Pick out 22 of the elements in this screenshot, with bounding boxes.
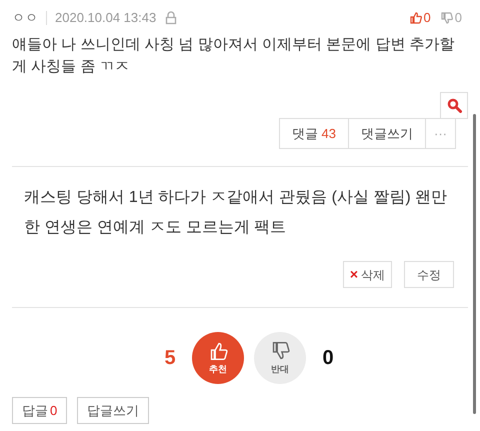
- thumbs-up-icon[interactable]: [410, 12, 422, 24]
- like-count: 0: [424, 9, 431, 28]
- vote-count: 5: [163, 346, 177, 371]
- scrollbar[interactable]: [473, 114, 476, 414]
- search-icon: [446, 98, 462, 113]
- comments-tab[interactable]: 댓글 43: [280, 119, 349, 148]
- lock-icon: [164, 11, 178, 25]
- replies-button[interactable]: 답글 0: [12, 397, 68, 424]
- author-name: ㅇㅇ: [12, 9, 38, 28]
- post-date: 2020.10.04 13:43: [55, 9, 156, 28]
- edit-button[interactable]: 수정: [404, 261, 454, 288]
- write-comment-button[interactable]: 댓글쓰기: [349, 119, 426, 148]
- answer-text: 캐스팅 당해서 1년 하다가 ㅈ같애서 관뒀음 (사실 짤림) 왠만한 연생은 연예계 ㅈ도 모르는게 팩트: [23, 188, 448, 238]
- search-button[interactable]: [440, 92, 468, 119]
- vote-count: 0: [321, 346, 335, 371]
- post-body: 얘들아 나 쓰니인데 사칭 넘 많아져서 이제부터 본문에 답변 추가할게 사칭들 좀 ㄲㅈ: [12, 35, 456, 77]
- recommend-button[interactable]: 추천: [192, 332, 244, 384]
- oppose-button[interactable]: 반대: [254, 332, 306, 384]
- dislike-count: 0: [454, 9, 462, 28]
- thumbs-down-icon[interactable]: [440, 12, 453, 24]
- write-reply-button[interactable]: 답글쓰기: [77, 397, 150, 424]
- delete-button[interactable]: × 삭제: [342, 261, 392, 288]
